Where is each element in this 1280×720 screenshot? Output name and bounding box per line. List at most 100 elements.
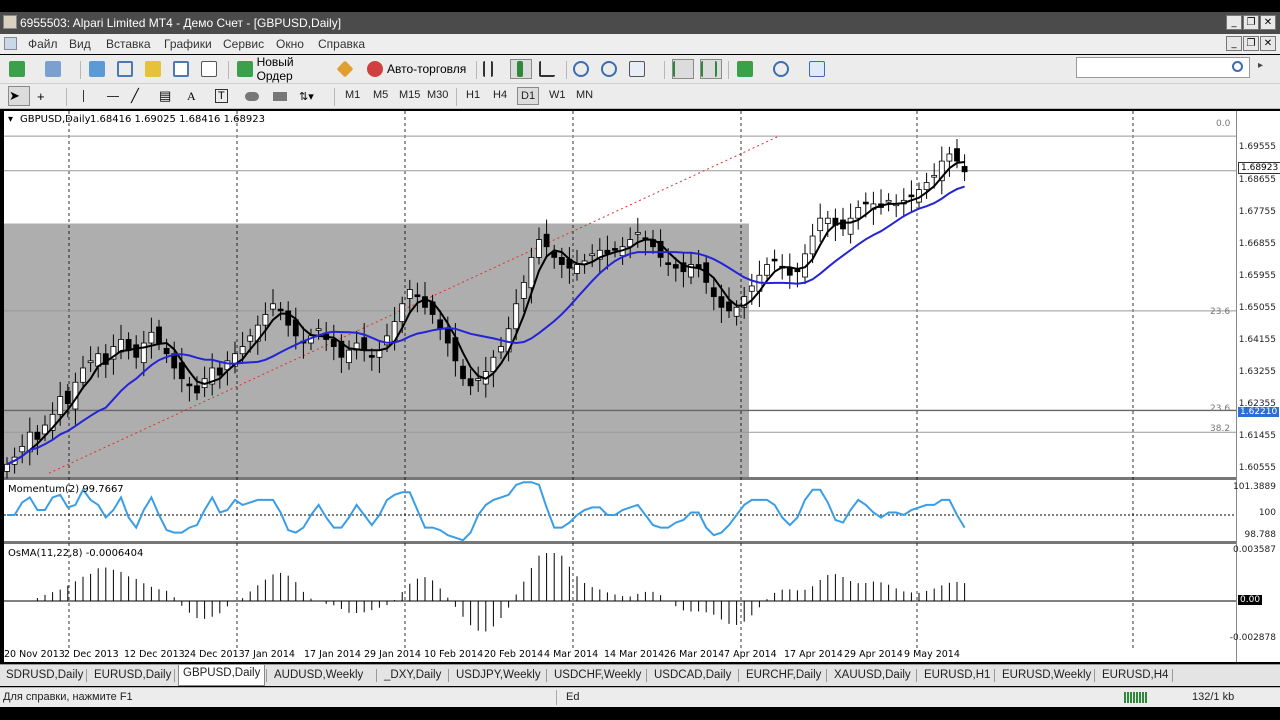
tab-gbpusd-daily[interactable]: GBPUSD,Daily [178,665,266,686]
candle-body [140,342,147,364]
tf-h1[interactable]: H1 [463,87,483,103]
candle-body [57,396,64,415]
autoscroll-button[interactable] [672,59,694,79]
new-chart-button[interactable] [8,59,38,79]
chart-canvas[interactable] [4,111,1236,648]
menu-file[interactable]: Файл [28,37,58,51]
candle-body [946,153,953,162]
bar-chart-button[interactable] [482,59,504,79]
arrows-button[interactable]: ⇅▾ [298,86,328,106]
price-tick: 1.68655 [1238,174,1276,185]
horizontal-line-button[interactable] [102,86,124,106]
tab-separator [916,669,917,682]
chart-area[interactable]: ▾ GBPUSD,Daily 1.68416 1.69025 1.68416 1… [4,111,1236,648]
text-label-button[interactable]: T [214,86,236,106]
line-chart-button[interactable] [538,59,560,79]
tab-usdjpy-weekly[interactable]: USDJPY,Weekly [452,667,545,686]
close-button[interactable]: ✕ [1260,15,1276,30]
price-tick: 1.61455 [1238,431,1276,442]
candle-body [399,303,406,323]
menu-charts[interactable]: Графики [164,37,212,51]
tab-eurusd-h4[interactable]: EURUSD,H4 [1098,667,1172,686]
market-watch-button[interactable] [88,59,110,79]
templates-button[interactable] [808,59,830,79]
tab-eurusd-h1[interactable]: EURUSD,H1 [920,667,994,686]
auto-trading-button[interactable]: Авто-торговля [366,59,470,79]
zoom-in-button[interactable] [572,59,594,79]
candle-body [764,264,770,276]
trendline-button[interactable]: ╱ [130,86,152,106]
candle-body [718,296,725,308]
channel-button[interactable]: ▤ [158,86,180,106]
metaeditor-button[interactable] [336,59,360,79]
menu-help[interactable]: Справка [318,37,365,51]
tab-usdcad-daily[interactable]: USDCAD,Daily [650,667,735,686]
crosshair-button[interactable]: + [36,86,58,106]
new-order-button[interactable]: Новый Ордер [236,55,332,83]
tf-h4[interactable]: H4 [490,87,510,103]
tab--dxy-daily[interactable]: _DXY,Daily [380,667,445,686]
ellipse-button[interactable] [242,86,264,106]
candle-body [574,264,580,274]
template-icon [809,61,825,77]
child-restore-button[interactable]: ❐ [1243,36,1259,51]
tf-m1[interactable]: M1 [342,87,363,103]
chart-shift-button[interactable] [700,59,722,79]
candlestick-icon [517,61,523,77]
vertical-line-button[interactable] [74,86,96,106]
tf-w1[interactable]: W1 [546,87,569,103]
tab-eurusd-daily[interactable]: EURUSD,Daily [90,667,175,686]
tf-m5[interactable]: M5 [370,87,391,103]
candle-body [908,194,915,198]
tf-mn[interactable]: MN [573,87,596,103]
restore-button[interactable]: ❐ [1243,15,1259,30]
candle-body [847,217,854,235]
clock-icon [773,61,789,77]
tile-windows-button[interactable] [628,59,658,79]
periods-button[interactable] [772,59,802,79]
candle-body [817,217,824,232]
tab-eurchf-daily[interactable]: EURCHF,Daily [742,667,825,686]
cursor-button[interactable]: ➤ [8,86,30,106]
zoom-out-button[interactable] [600,59,622,79]
tab-audusd-weekly[interactable]: AUDUSD,Weekly [270,667,367,686]
child-minimize-button[interactable]: _ [1226,36,1242,51]
menu-insert[interactable]: Вставка [106,37,151,51]
indicators-button[interactable] [736,59,766,79]
menu-window[interactable]: Окно [276,37,304,51]
navigator-button[interactable] [144,59,166,79]
menu-view[interactable]: Вид [69,37,91,51]
chart-collapse-icon[interactable]: ▾ [8,114,13,125]
tab-sdrusd-daily[interactable]: SDRUSD,Daily [2,667,87,686]
new-order-icon [237,61,253,77]
minimize-button[interactable]: _ [1226,15,1242,30]
tf-m15[interactable]: M15 [396,87,423,103]
tf-d1[interactable]: D1 [517,87,540,105]
candle-body [558,257,565,265]
tester-button[interactable] [200,59,222,79]
profiles-button[interactable] [44,59,74,79]
tab-separator [266,669,267,682]
price-scale[interactable]: 1.69555 1.68655 1.67755 1.66855 1.65955 1.650… [1230,111,1280,648]
tab-usdchf-weekly[interactable]: USDCHF,Weekly [550,667,645,686]
price-tick: 1.66855 [1238,238,1276,249]
candle-body [460,365,466,380]
momentum-scale-low: 98.788 [1244,530,1277,540]
toolbar-chevron[interactable]: ▸ [1258,60,1272,74]
search-icon[interactable] [1232,61,1243,72]
tab-xauusd-daily[interactable]: XAUUSD,Daily [830,667,915,686]
text-icon: A [187,88,196,103]
search-input[interactable] [1076,57,1250,78]
candle-body [156,326,162,344]
candle-body [931,174,938,178]
text-button[interactable]: A [186,86,208,106]
rectangle-button[interactable] [270,86,292,106]
candlestick-button[interactable] [510,59,532,79]
data-window-button[interactable] [116,59,138,79]
menu-tools[interactable]: Сервис [223,37,264,51]
terminal-button[interactable] [172,59,194,79]
tab-eurusd-weekly[interactable]: EURUSD,Weekly [998,667,1095,686]
tf-m30[interactable]: M30 [424,87,451,103]
child-close-button[interactable]: ✕ [1260,36,1276,51]
crosshair-target-icon [117,61,133,77]
